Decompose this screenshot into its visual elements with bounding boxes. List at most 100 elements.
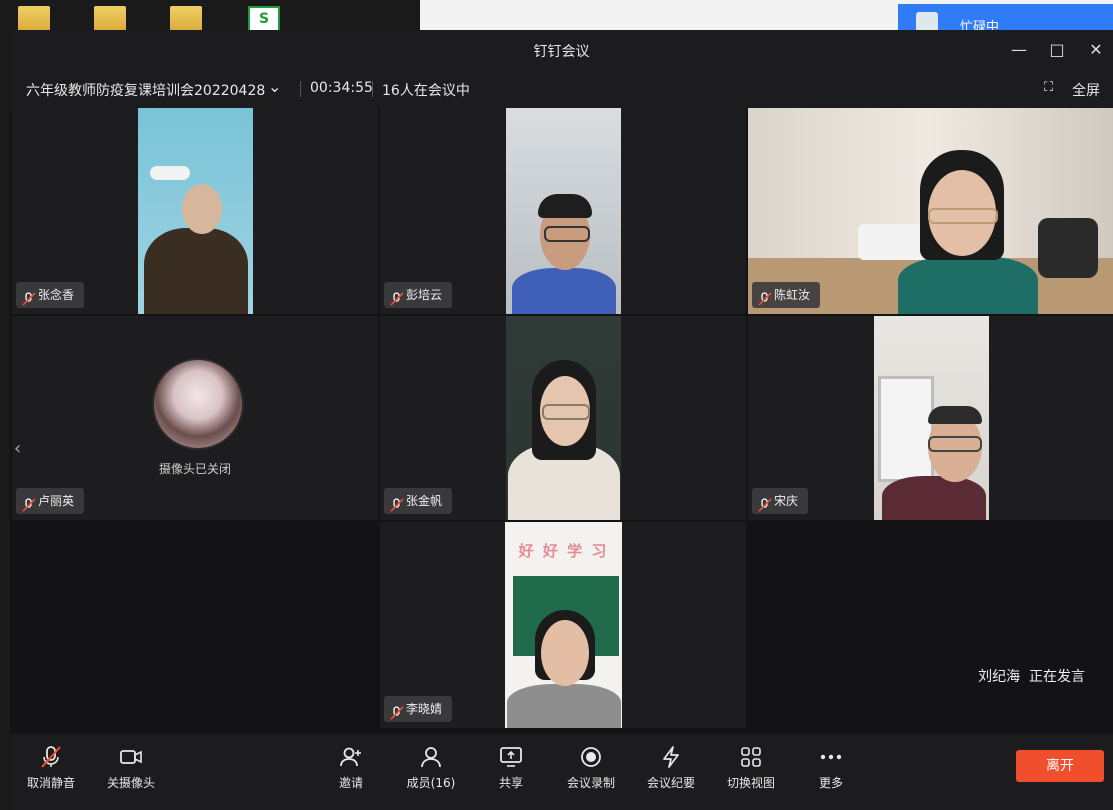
person-body	[512, 268, 616, 314]
more-icon	[820, 754, 842, 760]
glasses	[542, 404, 590, 420]
minutes-button[interactable]: 会议纪要	[636, 744, 706, 791]
record-label: 会议录制	[566, 776, 615, 790]
chevron-down-icon[interactable]: ⌄	[268, 77, 281, 96]
avatar	[152, 358, 244, 450]
speaker-status: 正在发言	[1029, 669, 1085, 685]
meeting-window: 钉钉会议 — □ ✕ 六年级教师防疫复课培训会20220428 ⌄ 00:34:…	[10, 30, 1113, 810]
participant-name: 陈虹汝	[774, 288, 811, 302]
minimize-icon[interactable]: —	[1006, 38, 1032, 62]
mic-muted-icon	[390, 289, 404, 306]
participant-name: 宋庆	[774, 494, 799, 508]
participant-name-tag: 彭培云	[384, 282, 453, 308]
person-body	[507, 684, 621, 728]
record-button[interactable]: 会议录制	[556, 744, 626, 791]
participant-name: 彭培云	[406, 288, 443, 302]
fullscreen-label[interactable]: 全屏	[1072, 80, 1100, 100]
person-body	[144, 228, 248, 314]
glasses	[928, 436, 982, 452]
hair	[538, 194, 592, 218]
mic-muted-icon	[390, 703, 404, 720]
participant-tile[interactable]: 陈虹汝	[748, 108, 1113, 314]
title-bar: 钉钉会议 — □ ✕	[10, 30, 1113, 70]
leave-button[interactable]: 离开	[1016, 750, 1104, 782]
video-feed	[506, 316, 621, 520]
participant-name-tag: 卢丽英	[16, 488, 85, 514]
person-head	[541, 620, 589, 686]
person-body	[898, 256, 1038, 314]
chevron-left-icon[interactable]: ‹	[14, 438, 26, 462]
glasses	[544, 226, 590, 242]
video-feed	[506, 108, 621, 314]
participant-tile[interactable]: 宋庆	[748, 316, 1113, 520]
participant-name-tag: 宋庆	[752, 488, 809, 514]
invite-label: 邀请	[338, 776, 363, 790]
switch-view-button[interactable]: 切换视图	[716, 744, 786, 791]
camera-off-text: 摄像头已关闭	[158, 462, 231, 476]
person-head	[182, 184, 222, 234]
video-feed: 好 好 学 习	[505, 522, 622, 728]
maximize-icon[interactable]: □	[1044, 38, 1070, 62]
minutes-label: 会议纪要	[646, 776, 695, 790]
video-feed	[874, 316, 989, 520]
record-icon	[581, 747, 601, 767]
camera-icon	[120, 750, 142, 764]
active-speaker-indicator: 刘纪海 正在发言	[978, 666, 1085, 686]
more-label: 更多	[818, 776, 843, 790]
switch-view-label: 切换视图	[726, 776, 775, 790]
folder-icon[interactable]	[170, 6, 202, 32]
video-feed	[138, 108, 253, 314]
folder-icon[interactable]	[94, 6, 126, 32]
more-button[interactable]: 更多	[796, 744, 866, 791]
members-button[interactable]: 成员(16)	[396, 744, 466, 791]
glasses	[928, 208, 998, 224]
mic-muted-icon	[390, 495, 404, 512]
participant-name-tag: 张念香	[16, 282, 85, 308]
add-user-icon	[340, 747, 361, 767]
hair	[928, 406, 982, 424]
participant-tile[interactable]: 张金帆	[380, 316, 746, 520]
meeting-duration: 00:34:55	[310, 80, 373, 96]
meeting-name[interactable]: 六年级教师防疫复课培训会20220428	[26, 80, 265, 100]
window-frame	[878, 376, 934, 482]
participant-tile[interactable]: 好 好 学 习 李晓婧	[380, 522, 746, 728]
participant-name: 张金帆	[406, 494, 443, 508]
mic-muted-icon	[41, 746, 61, 768]
divider	[300, 81, 301, 97]
participants-count: 16人在会议中	[382, 83, 470, 99]
notification-bar[interactable]: 忙碌中	[898, 4, 1113, 35]
unmute-label: 取消静音	[26, 776, 75, 790]
mic-muted-icon	[758, 495, 772, 512]
share-label: 共享	[498, 776, 523, 790]
participant-name: 卢丽英	[38, 494, 75, 508]
cloud-decoration	[150, 166, 190, 180]
camera-off-label: 关摄像头	[106, 776, 155, 790]
mic-muted-icon	[22, 289, 36, 306]
participant-name-tag: 李晓婧	[384, 696, 453, 722]
members-label: 成员(16)	[406, 776, 456, 790]
mic-muted-icon	[22, 495, 36, 512]
participant-name-tag: 张金帆	[384, 488, 453, 514]
person-body	[882, 476, 986, 520]
fullscreen-icon[interactable]: ⛶	[1044, 80, 1053, 95]
participant-tile[interactable]: 彭培云	[380, 108, 746, 314]
participant-tile[interactable]: 张念香	[12, 108, 378, 314]
camera-off-button[interactable]: 关摄像头	[96, 744, 166, 791]
invite-button[interactable]: 邀请	[316, 744, 386, 791]
share-button[interactable]: 共享	[476, 744, 546, 791]
speaker-name: 刘纪海	[978, 669, 1021, 685]
share-screen-icon	[500, 747, 522, 767]
unmute-button[interactable]: 取消静音	[16, 744, 86, 791]
mic-muted-icon	[758, 289, 772, 306]
folder-icon[interactable]	[18, 6, 50, 32]
window-title: 钉钉会议	[533, 44, 590, 60]
close-icon[interactable]: ✕	[1083, 38, 1109, 62]
participant-tile[interactable]: 摄像头已关闭 卢丽英	[12, 316, 378, 520]
participant-name: 李晓婧	[406, 702, 443, 716]
meeting-toolbar: 取消静音 关摄像头 邀请 成员(16) 共享 会议录制 会议纪要 切换视图 更多…	[10, 734, 1113, 810]
lightning-icon	[663, 746, 679, 768]
spreadsheet-icon[interactable]: S	[248, 6, 280, 32]
participant-name: 张念香	[38, 288, 75, 302]
poster-text: 好 好 学 习	[518, 542, 609, 560]
chair	[1038, 218, 1098, 278]
